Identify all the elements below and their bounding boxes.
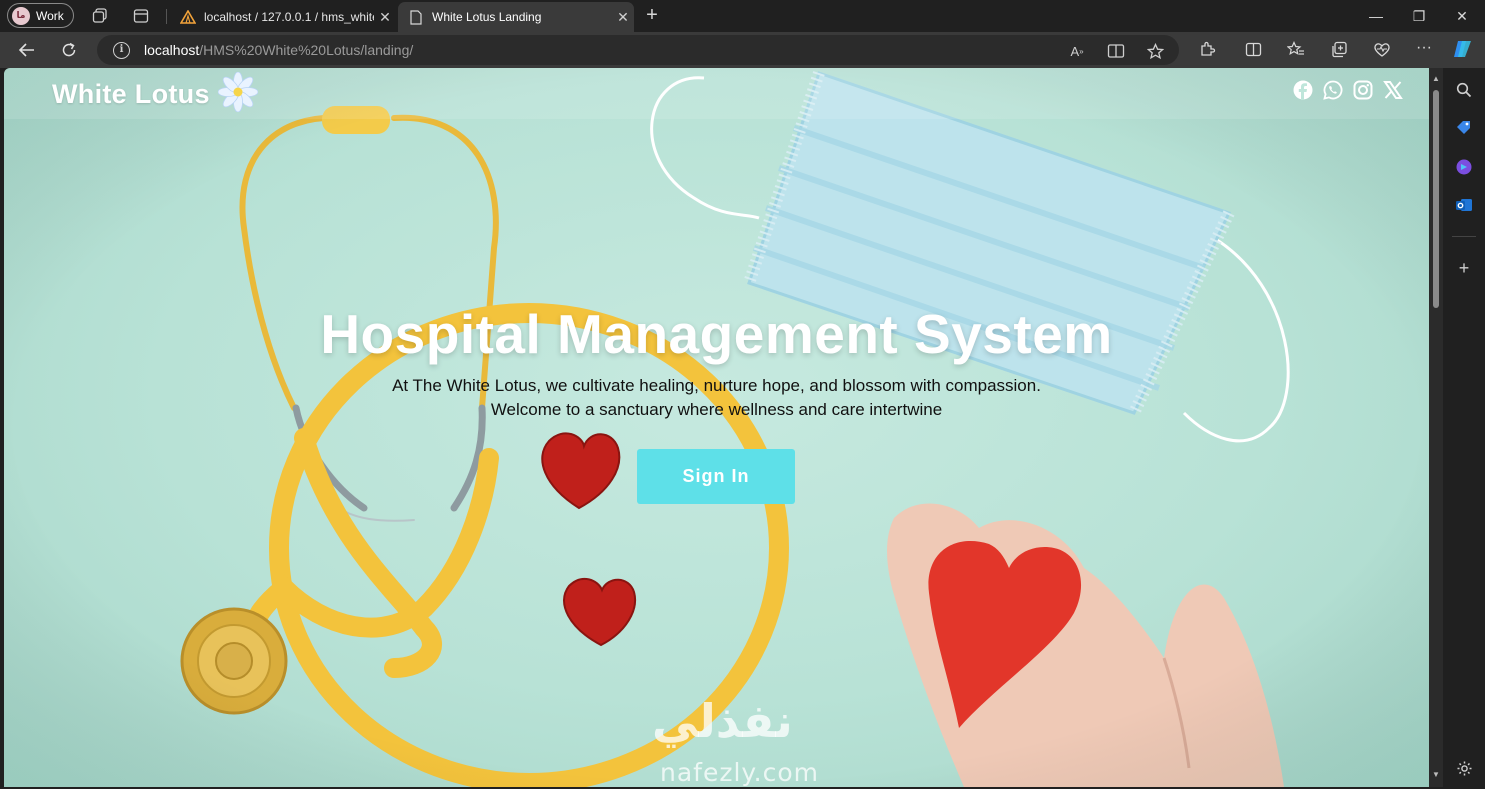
hero-background-image — [4, 68, 1429, 787]
profile-avatar: ما — [12, 6, 30, 25]
hero-subtitle-line-2: Welcome to a sanctuary where wellness an… — [490, 400, 943, 419]
scroll-up-arrow-icon[interactable]: ▲ — [1431, 74, 1441, 84]
tab-title: localhost / 127.0.0.1 / hms_white — [204, 10, 374, 24]
site-navbar: White Lotus — [4, 68, 1429, 119]
sidebar-separator — [1452, 236, 1476, 237]
tab-strip: ما Work localhost / 127.0.0.1 / hms_whit… — [0, 0, 1485, 32]
copilot-sidebar-icon[interactable] — [1454, 157, 1474, 177]
hero-subtitle-line-1: At The White Lotus, we cultivate healing… — [392, 376, 1041, 395]
vertical-tabs-icon[interactable] — [131, 6, 151, 26]
tab-phpmyadmin[interactable]: localhost / 127.0.0.1 / hms_white ✕ — [170, 2, 396, 32]
read-aloud-icon[interactable]: A» — [1067, 41, 1087, 61]
close-window-button[interactable]: ✕ — [1439, 0, 1485, 32]
copilot-icon[interactable] — [1452, 38, 1474, 60]
tab-white-lotus-landing[interactable]: White Lotus Landing ✕ — [398, 2, 634, 32]
shopping-tag-icon[interactable] — [1454, 118, 1474, 138]
tab-separator — [166, 9, 167, 24]
whatsapp-icon[interactable] — [1323, 80, 1343, 100]
page-scrollbar[interactable]: ▲ ▼ — [1429, 68, 1443, 787]
phpmyadmin-icon — [180, 9, 196, 25]
site-info-icon[interactable]: i — [113, 42, 130, 59]
search-icon[interactable] — [1454, 80, 1474, 100]
sidebar-settings-gear-icon[interactable] — [1454, 758, 1474, 778]
page-viewport: White Lotus Hospital Management System A… — [4, 68, 1429, 787]
workspaces-icon[interactable] — [90, 6, 110, 26]
tab-title: White Lotus Landing — [432, 10, 542, 24]
split-screen-icon[interactable] — [1242, 38, 1264, 60]
back-button[interactable] — [14, 38, 40, 62]
favorite-star-icon[interactable] — [1145, 41, 1165, 61]
watermark-arabic: نفذلي — [652, 694, 793, 748]
scroll-down-arrow-icon[interactable]: ▼ — [1431, 770, 1441, 780]
restore-button[interactable]: ❐ — [1396, 0, 1442, 32]
url-text[interactable]: localhost/HMS%20White%20Lotus/landing/ — [144, 42, 413, 58]
x-twitter-icon[interactable] — [1383, 80, 1403, 100]
url-host: localhost — [144, 42, 200, 58]
address-bar[interactable]: i localhost/HMS%20White%20Lotus/landing/… — [97, 35, 1179, 65]
brand-name: White Lotus — [52, 78, 210, 109]
close-tab-icon[interactable]: ✕ — [612, 9, 634, 26]
outlook-icon[interactable] — [1454, 195, 1474, 215]
extensions-icon[interactable] — [1196, 38, 1218, 60]
refresh-button[interactable] — [56, 38, 82, 62]
edge-sidebar: + — [1443, 68, 1485, 789]
immersive-reader-icon[interactable] — [1106, 41, 1126, 61]
favorites-icon[interactable] — [1285, 38, 1307, 60]
social-links — [1293, 80, 1403, 100]
hero-title: Hospital Management System — [320, 303, 1113, 365]
facebook-icon[interactable] — [1293, 80, 1313, 100]
minimize-button[interactable]: — — [1353, 0, 1399, 32]
more-menu-icon[interactable]: ··· — [1413, 37, 1435, 59]
browser-toolbar: i localhost/HMS%20White%20Lotus/landing/… — [0, 32, 1485, 68]
browser-essentials-icon[interactable] — [1371, 38, 1393, 60]
profile-label: Work — [36, 8, 64, 23]
url-path: /HMS%20White%20Lotus/landing/ — [199, 42, 414, 58]
new-tab-button[interactable]: + — [641, 4, 663, 26]
scroll-thumb[interactable] — [1433, 90, 1439, 308]
brand-logo[interactable]: White Lotus — [52, 71, 259, 117]
page-icon — [408, 9, 424, 25]
profile-button[interactable]: ما Work — [7, 3, 74, 28]
watermark-latin: nafezly.com — [660, 758, 819, 787]
instagram-icon[interactable] — [1353, 80, 1373, 100]
add-sidebar-app-icon[interactable]: + — [1454, 258, 1474, 278]
sign-in-button[interactable]: Sign In — [637, 449, 795, 504]
collections-icon[interactable] — [1328, 38, 1350, 60]
close-tab-icon[interactable]: ✕ — [374, 9, 396, 26]
lotus-flower-icon — [217, 71, 259, 117]
hero-subtitle: At The White Lotus, we cultivate healing… — [4, 374, 1429, 422]
